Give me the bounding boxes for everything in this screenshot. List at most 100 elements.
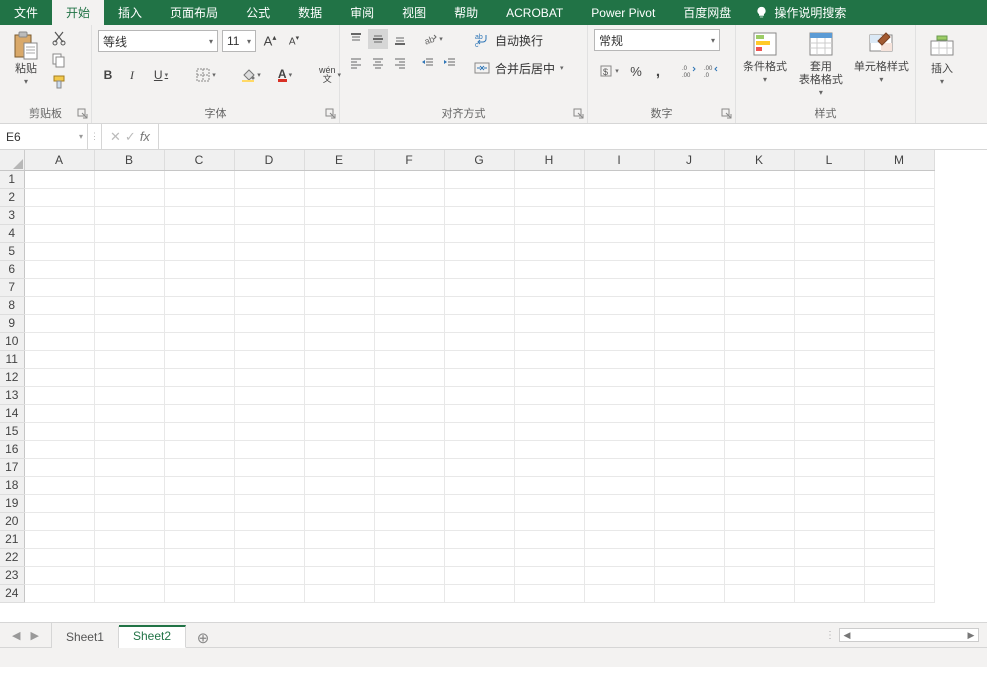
row-header[interactable]: 10 [0, 332, 24, 350]
tab-acrobat[interactable]: ACROBAT [492, 0, 577, 25]
grid-cell[interactable] [514, 422, 584, 440]
grid-cell[interactable] [654, 188, 724, 206]
grid-cell[interactable] [724, 494, 794, 512]
grid-cell[interactable] [304, 170, 374, 188]
grid-cell[interactable] [584, 386, 654, 404]
grid-cell[interactable] [94, 278, 164, 296]
grid-cell[interactable] [234, 566, 304, 584]
grid-cell[interactable] [304, 386, 374, 404]
row-header[interactable]: 6 [0, 260, 24, 278]
grid-cell[interactable] [444, 332, 514, 350]
grid-cell[interactable] [444, 368, 514, 386]
grid-cell[interactable] [724, 584, 794, 602]
grid-cell[interactable] [444, 530, 514, 548]
grid-cell[interactable] [304, 566, 374, 584]
sheet-tab-sheet2[interactable]: Sheet2 [119, 625, 186, 648]
grid-cell[interactable] [374, 296, 444, 314]
column-header[interactable]: H [514, 150, 584, 170]
row-header[interactable]: 20 [0, 512, 24, 530]
tab-insert[interactable]: 插入 [104, 0, 156, 25]
grid-cell[interactable] [374, 242, 444, 260]
grid-cell[interactable] [234, 170, 304, 188]
grid-cell[interactable] [864, 386, 934, 404]
grid-cell[interactable] [514, 224, 584, 242]
paste-dropdown-icon[interactable]: ▾ [24, 77, 28, 87]
grid-cell[interactable] [654, 242, 724, 260]
grid-cell[interactable] [234, 458, 304, 476]
grid-cell[interactable] [234, 278, 304, 296]
grid-cell[interactable] [234, 584, 304, 602]
grid-cell[interactable] [304, 512, 374, 530]
grid-cell[interactable] [514, 404, 584, 422]
copy-button[interactable] [50, 51, 68, 69]
grid-cell[interactable] [864, 314, 934, 332]
grid-cell[interactable] [374, 170, 444, 188]
row-header[interactable]: 4 [0, 224, 24, 242]
grid-cell[interactable] [94, 584, 164, 602]
grid-cell[interactable] [164, 548, 234, 566]
grid-cell[interactable] [724, 512, 794, 530]
grid-cell[interactable] [584, 242, 654, 260]
accounting-format-button[interactable]: $▾ [594, 61, 624, 81]
grid-cell[interactable] [164, 224, 234, 242]
grid-cell[interactable] [304, 314, 374, 332]
grid-cell[interactable] [374, 494, 444, 512]
cancel-formula-button[interactable]: ✕ [110, 129, 121, 145]
grid-cell[interactable] [724, 404, 794, 422]
scroll-left-icon[interactable]: ◀ [840, 630, 854, 641]
grid-cell[interactable] [654, 224, 724, 242]
grid-cell[interactable] [514, 584, 584, 602]
grid-cell[interactable] [654, 458, 724, 476]
grid-cell[interactable] [304, 296, 374, 314]
grid-cell[interactable] [654, 260, 724, 278]
grid-cell[interactable] [584, 440, 654, 458]
grid-cell[interactable] [864, 332, 934, 350]
grid-cell[interactable] [794, 170, 864, 188]
row-header[interactable]: 3 [0, 206, 24, 224]
merge-dropdown-icon[interactable]: ▾ [560, 64, 564, 72]
grid-cell[interactable] [94, 260, 164, 278]
grid-cell[interactable] [794, 566, 864, 584]
grid-cell[interactable] [304, 530, 374, 548]
grid-cell[interactable] [514, 476, 584, 494]
grid-cell[interactable] [94, 440, 164, 458]
cut-button[interactable] [50, 29, 68, 47]
grid-cell[interactable] [864, 170, 934, 188]
tab-formulas[interactable]: 公式 [232, 0, 284, 25]
grid-cell[interactable] [444, 296, 514, 314]
grid-cell[interactable] [234, 188, 304, 206]
grid-cell[interactable] [654, 386, 724, 404]
orientation-button[interactable]: ab▾ [418, 29, 448, 49]
grid-cell[interactable] [444, 188, 514, 206]
grid-cell[interactable] [164, 404, 234, 422]
grid-cell[interactable] [654, 368, 724, 386]
grid-cell[interactable] [304, 350, 374, 368]
row-header[interactable]: 5 [0, 242, 24, 260]
wrap-text-button[interactable]: abc 自动换行 [470, 29, 568, 51]
grid-cell[interactable] [864, 404, 934, 422]
grid-cell[interactable] [234, 368, 304, 386]
grid-cell[interactable] [24, 170, 94, 188]
grid-cell[interactable] [584, 494, 654, 512]
grid-cell[interactable] [444, 440, 514, 458]
tab-baidu-netdisk[interactable]: 百度网盘 [669, 0, 745, 25]
grow-font-button[interactable]: A▴ [260, 31, 280, 51]
grid-cell[interactable] [444, 260, 514, 278]
grid-cell[interactable] [864, 206, 934, 224]
row-header[interactable]: 24 [0, 584, 24, 602]
increase-indent-button[interactable] [440, 53, 460, 73]
grid-cell[interactable] [654, 566, 724, 584]
grid-cell[interactable] [94, 350, 164, 368]
grid-cell[interactable] [654, 404, 724, 422]
grid-cell[interactable] [794, 404, 864, 422]
align-left-button[interactable] [346, 53, 366, 73]
grid-cell[interactable] [374, 368, 444, 386]
grid-cell[interactable] [724, 530, 794, 548]
grid-cell[interactable] [794, 206, 864, 224]
row-header[interactable]: 7 [0, 278, 24, 296]
grid-cell[interactable] [24, 422, 94, 440]
grid-cell[interactable] [374, 566, 444, 584]
tell-me-search[interactable]: 操作说明搜索 [745, 0, 856, 25]
grid-cell[interactable] [584, 206, 654, 224]
align-dialog-launcher-icon[interactable] [573, 108, 585, 120]
